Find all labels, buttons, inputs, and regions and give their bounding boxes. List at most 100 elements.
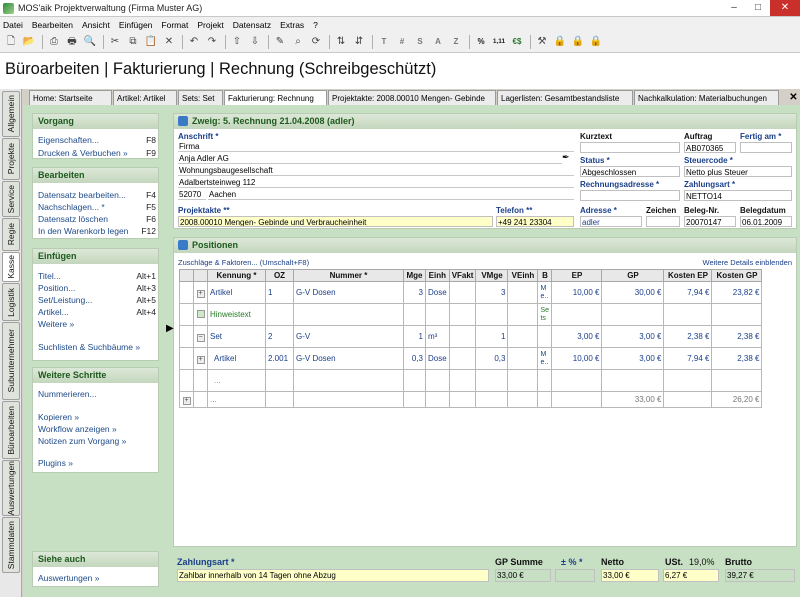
menu-projekt[interactable]: Projekt xyxy=(197,20,223,30)
sidebar-item-drucken[interactable]: Drucken & Verbuchen » F9 xyxy=(38,148,156,158)
move-down-icon[interactable]: ⇩ xyxy=(247,34,263,50)
find-icon[interactable]: ⌕ xyxy=(290,34,306,50)
sidebar-item-datensatz-bearbeiten[interactable]: Datensatz bearbeiten... F4 xyxy=(38,190,156,200)
anschrift-line-3[interactable]: Wohnungsbaugesellschaft xyxy=(178,165,574,176)
s-tool-icon[interactable]: S xyxy=(412,34,428,50)
tab-sets[interactable]: Sets: Set xyxy=(178,90,223,105)
col-oz[interactable]: OZ xyxy=(265,269,294,282)
percent-field[interactable] xyxy=(555,569,595,582)
sidebar-item-warenkorb[interactable]: In den Warenkorb legen F12 xyxy=(38,226,156,236)
tab-nachkalkulation[interactable]: Nachkalkulation: Materialbuchungen xyxy=(634,90,779,105)
table-row[interactable]: ... xyxy=(179,369,763,392)
lock-red-icon[interactable]: 🔒 xyxy=(588,34,604,50)
cut-icon[interactable]: ✂ xyxy=(107,34,123,50)
collapse-icon[interactable]: − xyxy=(196,333,205,342)
vtab-projekte[interactable]: Projekte xyxy=(2,138,20,180)
beleg-nr-field[interactable]: 20070147 xyxy=(684,216,736,227)
belegdatum-field[interactable]: 06.01.2009 xyxy=(740,216,792,227)
anschrift-line-4[interactable]: Adalbertsteinweg 112 xyxy=(178,177,574,188)
netto-field[interactable]: 33,00 € xyxy=(601,569,659,582)
paste-icon[interactable]: 📋 xyxy=(143,34,159,50)
col-gp[interactable]: GP xyxy=(601,269,665,282)
sidebar-item-weitere[interactable]: Weitere » xyxy=(38,319,156,329)
sidebar-item-eigenschaften[interactable]: Eigenschaften... F8 xyxy=(38,135,156,145)
sidebar-item-notizen[interactable]: Notizen zum Vorgang » xyxy=(38,436,156,446)
move-up-icon[interactable]: ⇧ xyxy=(229,34,245,50)
weitere-details-link[interactable]: Weitere Details einblenden xyxy=(703,258,793,267)
menu-einfuegen[interactable]: Einfügen xyxy=(119,20,153,30)
col-ep[interactable]: EP xyxy=(551,269,603,282)
col-b[interactable]: B xyxy=(537,269,553,282)
sidebar-item-titel[interactable]: Titel... Alt+1 xyxy=(38,271,156,281)
steuercode-field[interactable]: Netto plus Steuer xyxy=(684,166,792,177)
tab-home[interactable]: Home: Startseite xyxy=(29,90,112,105)
gp-summe-field[interactable]: 33,00 € xyxy=(495,569,551,582)
z-tool-icon[interactable]: Z xyxy=(448,34,464,50)
new-icon[interactable]: 🗋 xyxy=(3,34,19,50)
col-kosten-gp[interactable]: Kosten GP xyxy=(711,269,763,282)
vtab-service[interactable]: Service xyxy=(2,181,20,217)
open-icon[interactable]: 📂 xyxy=(21,34,37,50)
close-tab-icon[interactable]: ✕ xyxy=(787,90,800,105)
vtab-stammdaten[interactable]: Stammdaten xyxy=(2,517,20,573)
sidebar-item-position[interactable]: Position... Alt+3 xyxy=(38,283,156,293)
col-mge[interactable]: Mge xyxy=(403,269,426,282)
currency-icon[interactable]: €$ xyxy=(509,34,525,50)
lock-green-icon[interactable]: 🔒 xyxy=(570,34,586,50)
copy-icon[interactable]: ⧉ xyxy=(125,34,141,50)
sidebar-item-artikel[interactable]: Artikel... Alt+4 xyxy=(38,307,156,317)
table-row[interactable]: + Artikel 1 G-V Dosen 3 Dose 3M e.. 10,00 €… xyxy=(179,281,763,304)
close-button[interactable]: ✕ xyxy=(770,0,800,16)
redo-icon[interactable]: ↷ xyxy=(204,34,220,50)
ort-field[interactable]: Aachen xyxy=(208,189,574,200)
vtab-kasse[interactable]: Kasse xyxy=(2,252,20,282)
vtab-bueroarbeiten[interactable]: Büroarbeiten xyxy=(2,401,20,459)
table-row[interactable]: − Set 2 G-V 1 m³ 1 3,00 €3,00 €2,38 €2,38 € xyxy=(179,325,763,348)
maximize-button[interactable]: □ xyxy=(746,0,770,16)
add-row-icon[interactable]: + xyxy=(182,396,191,405)
projektakte-field[interactable]: 2008.00010 Mengen- Gebinde und Verbrauch… xyxy=(178,216,493,227)
col-nummer[interactable]: Nummer * xyxy=(293,269,404,282)
tools-icon[interactable]: ⚒ xyxy=(534,34,550,50)
refresh-icon[interactable]: ⟳ xyxy=(308,34,324,50)
undo-icon[interactable]: ↶ xyxy=(186,34,202,50)
number-tool-icon[interactable]: # xyxy=(394,34,410,50)
table-row[interactable]: + Artikel 2.001 G-V Dosen 0,3 Dose 0,3 M e..… xyxy=(179,347,763,370)
auftrag-field[interactable]: AB070365 xyxy=(684,142,736,153)
vtab-auswertungen[interactable]: Auswertungen xyxy=(2,460,20,516)
sidebar-item-suchlisten[interactable]: Suchlisten & Suchbäume » xyxy=(38,342,156,352)
text-tool-icon[interactable]: T xyxy=(376,34,392,50)
sidebar-item-datensatz-loeschen[interactable]: Datensatz löschen F6 xyxy=(38,214,156,224)
sidebar-item-plugins[interactable]: Plugins » xyxy=(38,458,156,468)
expand-icon[interactable]: + xyxy=(196,289,205,298)
menu-datei[interactable]: Datei xyxy=(3,20,23,30)
brutto-field[interactable]: 39,27 € xyxy=(725,569,795,582)
sidebar-item-nachschlagen[interactable]: Nachschlagen... * F5 xyxy=(38,202,156,212)
menu-ansicht[interactable]: Ansicht xyxy=(82,20,110,30)
vtab-regie[interactable]: Regie xyxy=(2,218,20,251)
sidebar-item-workflow[interactable]: Workflow anzeigen » xyxy=(38,424,156,434)
adresse-field[interactable]: adler xyxy=(580,216,642,227)
print-preview-icon[interactable]: 🖶 xyxy=(64,34,80,50)
telefon-field[interactable]: +49 241 23304 xyxy=(496,216,574,227)
lock-blue-icon[interactable]: 🔒 xyxy=(552,34,568,50)
menu-format[interactable]: Format xyxy=(161,20,188,30)
col-vmge[interactable]: VMge xyxy=(475,269,509,282)
sort-asc-icon[interactable]: ⇅ xyxy=(333,34,349,50)
lookup-icon[interactable]: ✒ xyxy=(562,152,570,163)
col-veinh[interactable]: VEinh xyxy=(507,269,539,282)
decimal-icon[interactable]: 1,11 xyxy=(491,34,507,50)
zahlungsart-text-field[interactable]: Zahlbar innerhalb von 14 Tagen ohne Abzu… xyxy=(177,569,489,582)
status-field[interactable]: Abgeschlossen xyxy=(580,166,680,177)
tab-projektakte[interactable]: Projektakte: 2008.00010 Mengen- Gebinde xyxy=(328,90,496,105)
col-einh[interactable]: Einh xyxy=(425,269,450,282)
vtab-allgemein[interactable]: Allgemein xyxy=(2,91,20,137)
plz-field[interactable]: 52070 xyxy=(178,189,206,200)
ust-field[interactable]: 6,27 € xyxy=(663,569,719,582)
col-vfakt[interactable]: VFakt xyxy=(448,269,477,282)
rechnungsadresse-field[interactable] xyxy=(580,190,680,201)
print-icon[interactable]: ⎙ xyxy=(46,34,62,50)
zahlungsart-field[interactable]: NETTO14 xyxy=(684,190,792,201)
vtab-subunternehmer[interactable]: Subunternehmer xyxy=(2,322,20,400)
col-kosten-ep[interactable]: Kosten EP xyxy=(663,269,713,282)
